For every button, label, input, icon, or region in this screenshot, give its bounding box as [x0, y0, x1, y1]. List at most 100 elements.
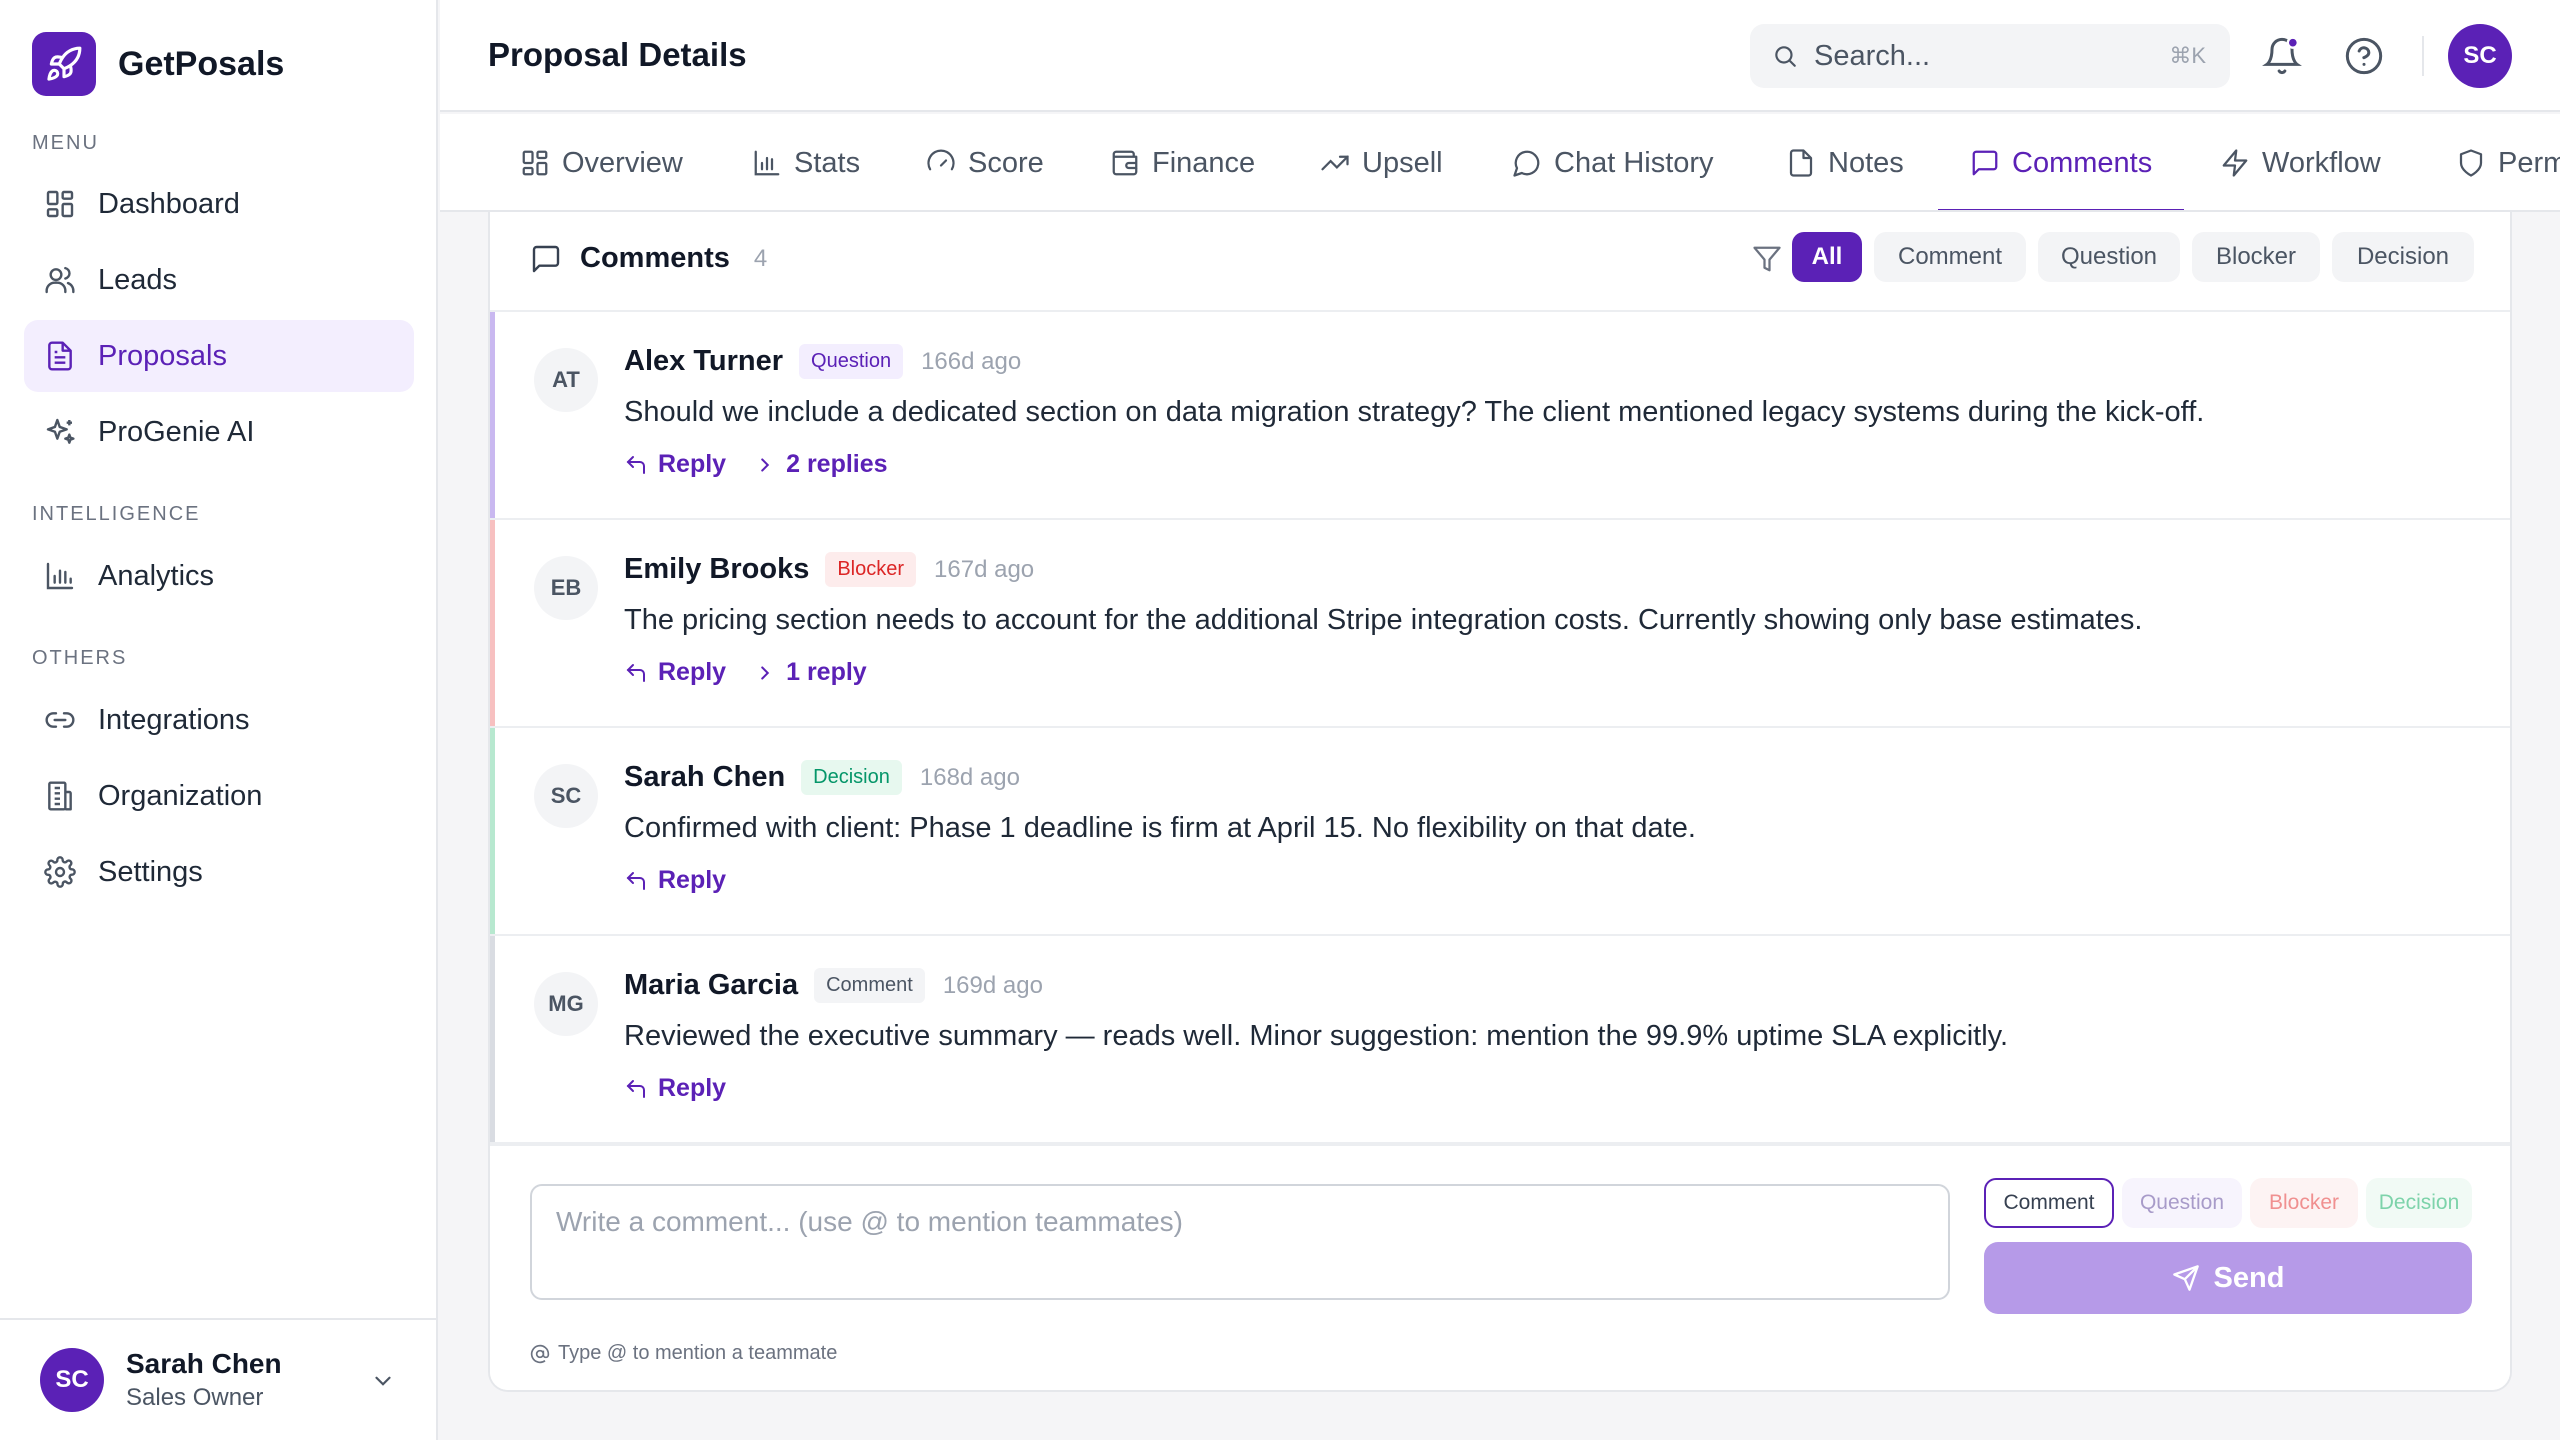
search-shortcut: ⌘K: [2169, 43, 2206, 68]
comment-type-bar: [490, 728, 495, 934]
tab-stats[interactable]: Stats: [752, 114, 860, 210]
reply-arrow-icon: [624, 869, 648, 893]
sidebar-item-dashboard[interactable]: Dashboard: [24, 168, 414, 240]
shield-icon: [2456, 148, 2486, 178]
at-sign-icon: [530, 1344, 550, 1364]
comment-type-bar: [490, 520, 495, 726]
sidebar-item-label: Leads: [98, 263, 178, 296]
tab-comments[interactable]: Comments: [1937, 114, 2185, 210]
filter-blocker[interactable]: Blocker: [2192, 232, 2320, 282]
sidebar-item-settings[interactable]: Settings: [24, 836, 414, 908]
reply-label: Reply: [658, 450, 727, 478]
sidebar-item-proposals[interactable]: Proposals: [24, 320, 414, 392]
user-avatar: SC: [40, 1348, 104, 1412]
reply-button[interactable]: Reply: [624, 866, 726, 895]
replies-count: 1 reply: [786, 658, 867, 686]
sidebar-item-label: Organization: [98, 779, 263, 812]
comment-author: Sarah Chen: [624, 761, 786, 793]
reply-label: Reply: [658, 658, 727, 686]
grid-icon: [44, 188, 76, 220]
comments-heading: Comments 4: [530, 242, 767, 275]
user-role: Sales Owner: [126, 1384, 264, 1411]
tab-overview[interactable]: Overview: [520, 114, 683, 210]
comment-author: Emily Brooks: [624, 553, 810, 585]
tab-finance[interactable]: Finance: [1110, 114, 1255, 210]
sidebar-item-label: Analytics: [98, 559, 215, 592]
send-icon: [2172, 1264, 2200, 1292]
tab-score[interactable]: Score: [926, 114, 1044, 210]
comment-item: EB Emily Brooks Blocker 167d ago The pri…: [490, 520, 2510, 728]
tab-chat-history[interactable]: Chat History: [1512, 114, 1714, 210]
chevron-down-icon[interactable]: [370, 1368, 396, 1394]
note-icon: [1786, 148, 1816, 178]
type-chip-question[interactable]: Question: [2122, 1178, 2242, 1228]
view-replies-button[interactable]: 2 replies: [754, 450, 888, 479]
bell-icon[interactable]: [2262, 36, 2302, 76]
link-icon: [44, 704, 76, 736]
bar-chart-icon: [44, 560, 76, 592]
brand[interactable]: GetPosals: [32, 32, 284, 96]
view-replies-button[interactable]: 1 reply: [754, 658, 867, 687]
bar-chart-icon: [752, 148, 782, 178]
user-name: Sarah Chen: [126, 1348, 282, 1379]
section-intelligence-label: INTELLIGENCE: [32, 503, 201, 525]
tab-label: Comments: [2012, 146, 2153, 179]
tab-label: Score: [968, 146, 1044, 179]
comment-text: The pricing section needs to account for…: [624, 604, 2143, 636]
comment-type-bar: [490, 312, 495, 518]
comment-type-badge: Question: [799, 344, 904, 379]
comment-item: MG Maria Garcia Comment 169d ago Reviewe…: [490, 936, 2510, 1144]
chevron-right-icon: [754, 662, 776, 684]
tab-permissions[interactable]: Permissions: [2456, 114, 2560, 210]
reply-button[interactable]: Reply: [624, 450, 726, 479]
reply-label: Reply: [658, 866, 727, 894]
tab-notes[interactable]: Notes: [1786, 114, 1904, 210]
page-title: Proposal Details: [488, 36, 747, 73]
type-chip-blocker[interactable]: Blocker: [2250, 1178, 2358, 1228]
send-button[interactable]: Send: [1984, 1242, 2472, 1314]
filter-comment[interactable]: Comment: [1874, 232, 2026, 282]
comment-input[interactable]: [530, 1184, 1950, 1300]
tab-workflow[interactable]: Workflow: [2220, 114, 2381, 210]
comment-time: 167d ago: [934, 555, 1035, 583]
help-icon[interactable]: [2344, 36, 2384, 76]
tab-upsell[interactable]: Upsell: [1320, 114, 1443, 210]
message-square-icon: [530, 243, 562, 275]
message-square-icon: [1970, 148, 2000, 178]
brand-name: GetPosals: [118, 44, 285, 83]
comment-text: Should we include a dedicated section on…: [624, 396, 2205, 428]
sidebar-item-leads[interactable]: Leads: [24, 244, 414, 316]
user-menu[interactable]: SC Sarah Chen Sales Owner: [0, 1318, 436, 1440]
search-placeholder: Search...: [1814, 39, 1931, 72]
gauge-icon: [926, 148, 956, 178]
reply-button[interactable]: Reply: [624, 658, 726, 687]
sidebar-item-analytics[interactable]: Analytics: [24, 540, 414, 612]
mention-hint: Type @ to mention a teammate: [530, 1342, 837, 1365]
search-input[interactable]: Search... ⌘K: [1750, 24, 2230, 88]
comment-time: 168d ago: [919, 763, 1020, 791]
type-chip-comment[interactable]: Comment: [1984, 1178, 2114, 1228]
reply-button[interactable]: Reply: [624, 1074, 726, 1103]
filter-all[interactable]: All: [1792, 232, 1862, 282]
reply-arrow-icon: [624, 1077, 648, 1101]
type-chip-decision[interactable]: Decision: [2366, 1178, 2472, 1228]
document-icon: [44, 340, 76, 372]
filter-question[interactable]: Question: [2038, 232, 2180, 282]
rocket-logo-icon: [32, 32, 96, 96]
comment-composer: Comment Question Blocker Decision Send T…: [490, 1144, 2510, 1390]
sidebar-item-integrations[interactable]: Integrations: [24, 684, 414, 756]
sidebar-item-label: Integrations: [98, 703, 250, 736]
grid-icon: [520, 148, 550, 178]
filter-decision[interactable]: Decision: [2332, 232, 2474, 282]
comment-avatar: AT: [534, 348, 598, 412]
proposal-tabs: Overview Stats Score Finance Upsell Chat…: [440, 114, 2560, 212]
tab-label: Overview: [562, 146, 683, 179]
sidebar-item-progenie-ai[interactable]: ProGenie AI: [24, 396, 414, 468]
header-avatar[interactable]: SC: [2448, 24, 2512, 88]
lightning-icon: [2220, 148, 2250, 178]
section-menu-label: MENU: [32, 132, 99, 154]
comment-item: SC Sarah Chen Decision 168d ago Confirme…: [490, 728, 2510, 936]
wallet-icon: [1110, 148, 1140, 178]
sidebar-item-organization[interactable]: Organization: [24, 760, 414, 832]
sidebar-item-label: Dashboard: [98, 187, 240, 220]
